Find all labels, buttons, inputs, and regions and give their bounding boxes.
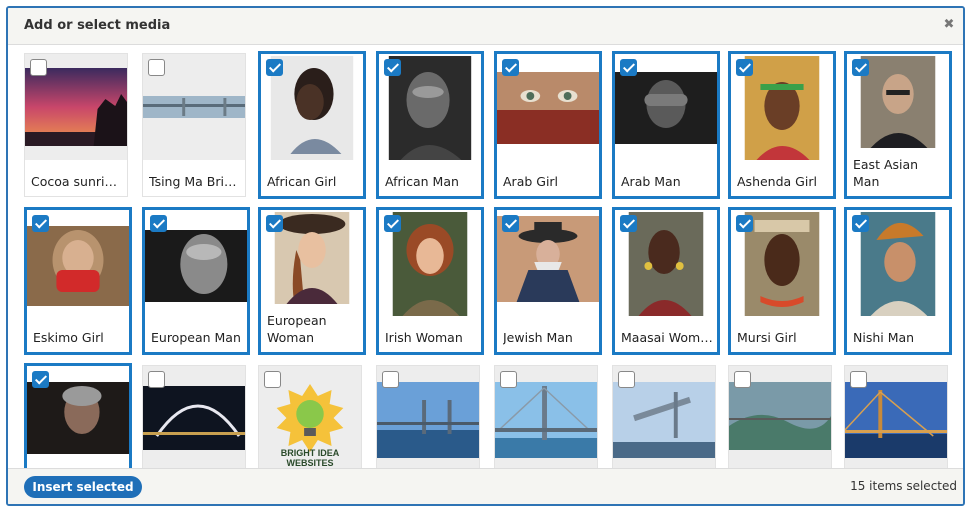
media-item[interactable]: Arab Man [612,51,720,199]
media-label: European Man [151,330,241,345]
select-checkbox[interactable] [264,371,281,388]
media-label: African Man [385,174,459,189]
select-checkbox[interactable] [384,215,401,232]
select-checkbox[interactable] [618,371,635,388]
media-item[interactable] [728,365,832,469]
media-label: Cocoa sunri… [31,174,117,189]
media-label: Eskimo Girl [33,330,104,345]
select-checkbox[interactable] [150,215,167,232]
media-item[interactable]: Irish Woman [376,207,484,355]
media-item[interactable]: African Man [376,51,484,199]
media-label: Maasai Woman [621,330,713,345]
select-checkbox[interactable] [500,371,517,388]
dialog-title: Add or select media [24,18,171,33]
select-checkbox[interactable] [32,371,49,388]
media-item[interactable]: European Woman [258,207,366,355]
media-item[interactable] [376,365,480,469]
media-label: Irish Woman [385,330,463,345]
media-label: Nishi Man [853,330,915,345]
media-label: Tsing Ma Bri… [149,174,237,189]
select-checkbox[interactable] [852,215,869,232]
select-checkbox[interactable] [266,59,283,76]
media-label: African Girl [267,174,337,189]
media-label: Arab Man [621,174,681,189]
media-item[interactable]: African Girl [258,51,366,199]
insert-selected-button[interactable]: Insert selected [24,476,142,498]
media-item[interactable]: Eskimo Girl [24,207,132,355]
select-checkbox[interactable] [266,215,283,232]
select-checkbox[interactable] [734,371,751,388]
media-grid: Cocoa sunri… Tsing Ma Bri… African Girl … [8,45,963,469]
select-checkbox[interactable] [502,215,519,232]
media-item[interactable]: European Man [142,207,250,355]
dialog-titlebar: Add or select media ✖ [8,8,963,45]
media-item[interactable]: Arab Girl [494,51,602,199]
media-item[interactable]: Maasai Woman [612,207,720,355]
select-checkbox[interactable] [620,215,637,232]
media-label: Mursi Girl [737,330,797,345]
media-label: Jewish Man [503,330,573,345]
media-item[interactable]: Ashenda Girl [728,51,836,199]
media-label: European Woman [267,313,327,345]
logo-text: BRIGHT IDEA WEBSITES [280,448,340,468]
select-checkbox[interactable] [736,215,753,232]
media-item[interactable] [612,365,716,469]
media-item[interactable]: Nishi Man [844,207,952,355]
media-item[interactable]: Mursi Girl [728,207,836,355]
select-checkbox[interactable] [384,59,401,76]
media-label: Arab Girl [503,174,559,189]
select-checkbox[interactable] [620,59,637,76]
selected-count: 15 items selected [850,479,957,493]
select-checkbox[interactable] [32,215,49,232]
media-item[interactable] [844,365,948,469]
dialog-footer: Insert selected 15 items selected [8,468,963,504]
media-item[interactable] [142,365,246,469]
select-checkbox[interactable] [148,59,165,76]
media-dialog: Add or select media ✖ Cocoa sunri… Tsing… [6,6,965,506]
select-checkbox[interactable] [382,371,399,388]
media-item[interactable]: BRIGHT IDEA WEBSITES [258,365,362,469]
media-item[interactable]: Jewish Man [494,207,602,355]
media-item[interactable]: Cocoa sunri… [24,53,128,197]
media-label: East Asian Man [853,157,919,189]
select-checkbox[interactable] [736,59,753,76]
select-checkbox[interactable] [30,59,47,76]
select-checkbox[interactable] [502,59,519,76]
media-item[interactable] [494,365,598,469]
media-item[interactable] [24,363,132,469]
media-item[interactable]: Tsing Ma Bri… [142,53,246,197]
select-checkbox[interactable] [852,59,869,76]
select-checkbox[interactable] [148,371,165,388]
select-checkbox[interactable] [850,371,867,388]
close-icon[interactable]: ✖ [941,17,957,33]
media-label: Ashenda Girl [737,174,817,189]
media-item[interactable]: East Asian Man [844,51,952,199]
